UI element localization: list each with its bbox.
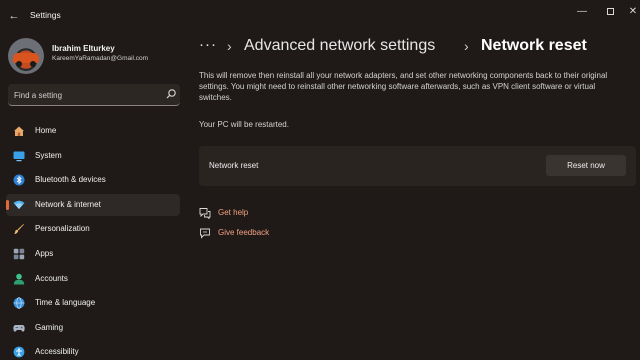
sidebar-item-time-language[interactable]: Time & language — [6, 292, 180, 314]
reset-now-button[interactable]: Reset now — [546, 155, 626, 176]
sidebar-item-label: Accounts — [35, 273, 68, 283]
system-icon — [13, 151, 25, 161]
network-reset-label: Network reset — [209, 161, 259, 170]
accounts-icon — [13, 273, 25, 285]
sidebar-item-apps[interactable]: Apps — [6, 243, 180, 265]
network-reset-card: Network reset Reset now — [199, 146, 636, 186]
page-title: Network reset — [481, 37, 587, 54]
sidebar-item-system[interactable]: System — [6, 145, 180, 167]
breadcrumb-parent-link[interactable]: Advanced network settings — [244, 37, 435, 55]
sidebar-item-accounts[interactable]: Accounts — [6, 268, 180, 290]
minimize-button[interactable]: — — [575, 5, 589, 19]
feedback-icon — [200, 228, 210, 239]
brush-icon — [14, 224, 24, 235]
sidebar-item-personalization[interactable]: Personalization — [6, 218, 180, 240]
search-icon[interactable] — [165, 88, 177, 100]
sidebar-item-gaming[interactable]: Gaming — [6, 317, 180, 339]
network-icon — [13, 200, 25, 209]
wheel-shape — [30, 61, 36, 67]
sidebar-item-label: Network & internet — [35, 199, 101, 209]
user-email: KareemYaRamadan@Gmail.com — [52, 55, 149, 62]
sidebar-item-label: Home — [35, 126, 57, 135]
maximize-button[interactable] — [603, 5, 617, 19]
window-title: Settings — [30, 10, 61, 20]
sidebar-item-label: System — [35, 150, 62, 160]
more-icon[interactable]: ··· — [199, 36, 217, 53]
sidebar-item-bluetooth[interactable]: Bluetooth & devices — [6, 169, 180, 191]
sidebar-item-label: Apps — [35, 249, 54, 258]
restart-note: Your PC will be restarted. — [199, 120, 289, 129]
sidebar-item-label: Accessibility — [35, 347, 79, 357]
apps-icon — [13, 248, 25, 260]
user-name: Ibrahim Elturkey — [52, 44, 115, 53]
sidebar-item-label: Bluetooth & devices — [35, 175, 106, 185]
wheel-shape — [16, 61, 22, 67]
bluetooth-icon — [13, 174, 25, 186]
globe-icon — [13, 297, 25, 309]
sidebar-item-home[interactable]: Home — [6, 120, 180, 142]
back-arrow-icon[interactable]: ← — [6, 8, 22, 24]
sidebar-item-accessibility[interactable]: Accessibility — [6, 341, 180, 360]
close-button[interactable]: ✕ — [626, 5, 640, 19]
search-input[interactable] — [14, 87, 154, 103]
sidebar-item-label: Gaming — [35, 322, 64, 332]
search-box[interactable] — [8, 84, 180, 106]
breadcrumb-separator: › — [227, 38, 232, 54]
sidebar: Ibrahim Elturkey KareemYaRamadan@Gmail.c… — [0, 32, 190, 360]
breadcrumb-separator: › — [464, 38, 469, 54]
title-bar: ← Settings — ✕ — [0, 0, 640, 32]
help-icon — [199, 208, 211, 219]
reset-description: This will remove then reinstall all your… — [199, 71, 608, 102]
get-help-label: Get help — [218, 208, 249, 217]
avatar[interactable] — [8, 38, 44, 74]
gaming-icon — [13, 324, 25, 332]
accessibility-icon — [13, 346, 25, 358]
give-feedback-label: Give feedback — [218, 228, 270, 237]
home-icon — [14, 126, 24, 136]
sidebar-item-label: Time & language — [35, 298, 96, 308]
sidebar-item-network[interactable]: Network & internet — [6, 193, 180, 216]
sidebar-item-label: Personalization — [35, 224, 90, 234]
maximize-icon — [606, 7, 614, 15]
